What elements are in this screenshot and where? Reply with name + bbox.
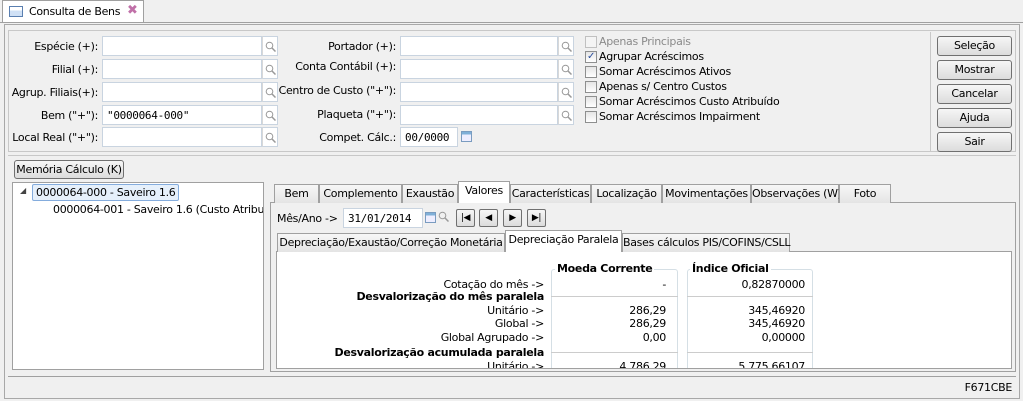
centro-custo-input[interactable] (400, 82, 558, 102)
section-acumulada: Desvalorização acumulada paralela (334, 346, 545, 359)
tab-observacoes[interactable]: Observações (W) (751, 184, 842, 203)
tab-foto[interactable]: Foto (839, 184, 891, 203)
tab-caracteristicas[interactable]: Características (510, 184, 591, 203)
subtab-bases-calculo[interactable]: Bases cálculos PIS/COFINS/CSLL (622, 233, 791, 252)
agrup-filiais-label: Agrup. Filiais(+): (11, 86, 99, 99)
somar-acrescimos-ativos-label: Somar Acréscimos Ativos (599, 65, 731, 78)
apenas-centro-custos-checkbox[interactable] (585, 81, 597, 93)
expand-icon[interactable]: ◢ (20, 186, 26, 195)
tree-item[interactable]: 0000064-001 - Saveiro 1.6 (Custo Atribuí… (53, 203, 263, 216)
agrupar-acrescimos-checkbox[interactable]: ✓ (585, 51, 597, 63)
search-icon[interactable] (438, 211, 450, 225)
row-moeda: 0,00 (642, 331, 667, 344)
indice-oficial-header: Índice Oficial (690, 262, 771, 275)
row-moeda: 286,29 (629, 304, 666, 317)
calendar-icon[interactable] (461, 131, 472, 142)
row-indice: 5.775,66107 (738, 360, 805, 368)
previous-button[interactable]: ◀ (479, 209, 498, 227)
section-mes: Desvalorização do mês paralela (356, 290, 544, 303)
apenas-principais-checkbox[interactable] (585, 36, 597, 48)
cotacao-moeda: - (662, 278, 666, 291)
tab-localizacao[interactable]: Localização (591, 184, 662, 203)
subtab-depreciacao[interactable]: Depreciação/Exaustão/Correção Monetária (277, 233, 505, 252)
ajuda-button[interactable]: Ajuda (937, 108, 1012, 128)
plaqueta-input[interactable] (400, 105, 558, 125)
local-real-input[interactable] (102, 127, 262, 147)
conta-contabil-label: Conta Contábil (+): (295, 60, 396, 73)
compet-calc-input[interactable]: 00/0000 (400, 127, 458, 147)
filial-input[interactable] (102, 59, 262, 79)
form-icon (9, 6, 23, 17)
sair-button[interactable]: Sair (937, 132, 1012, 152)
next-button[interactable]: ▶ (503, 209, 522, 227)
status-bar: F671CBE (8, 376, 1016, 396)
last-button[interactable]: ▶| (527, 209, 546, 227)
calendar-icon[interactable] (425, 212, 436, 223)
memoria-calculo-button[interactable]: Memória Cálculo (K) (14, 160, 124, 179)
moeda-corrente-header: Moeda Corrente (555, 262, 655, 275)
somar-impairment-checkbox[interactable] (585, 111, 597, 123)
window-tab[interactable]: Consulta de Bens ✖ (2, 0, 144, 22)
compet-calc-label: Compet. Cálc.: (319, 131, 396, 144)
row-indice: 0,00000 (761, 331, 806, 344)
selecao-button[interactable]: Seleção (937, 36, 1012, 56)
row-indice: 345,46920 (748, 317, 805, 330)
somar-impairment-label: Somar Acréscimos Impairment (599, 110, 760, 123)
row-label: Global -> (494, 317, 544, 330)
local-real-label: Local Real ("+"): (12, 131, 98, 144)
agrup-filiais-input[interactable] (102, 82, 262, 102)
portador-input[interactable] (400, 36, 558, 56)
somar-acrescimos-ativos-checkbox[interactable] (585, 66, 597, 78)
row-label: Unitário -> (487, 304, 544, 317)
somar-custo-atribuido-checkbox[interactable] (585, 96, 597, 108)
row-moeda: 4.786,29 (619, 360, 666, 368)
row-moeda: 286,29 (629, 317, 666, 330)
search-icon[interactable] (262, 127, 278, 147)
period-input[interactable]: 31/01/2014 (343, 208, 423, 228)
tab-exaustao[interactable]: Exaustão (402, 184, 458, 203)
search-icon[interactable] (262, 105, 278, 125)
portador-label: Portador (+): (328, 40, 396, 53)
search-icon[interactable] (262, 82, 278, 102)
tab-valores[interactable]: Valores (458, 181, 510, 203)
search-icon[interactable] (558, 36, 574, 56)
row-indice: 345,46920 (748, 304, 805, 317)
tree-item[interactable]: 0000064-000 - Saveiro 1.6 (32, 184, 180, 201)
somar-custo-atribuido-label: Somar Acréscimos Custo Atribuído (599, 95, 780, 108)
search-icon[interactable] (262, 36, 278, 56)
search-icon[interactable] (558, 59, 574, 79)
mostrar-button[interactable]: Mostrar (937, 60, 1012, 80)
status-code: F671CBE (964, 381, 1013, 394)
period-label: Mês/Ano -> (277, 212, 338, 225)
first-button[interactable]: |◀ (456, 209, 475, 227)
window-title: Consulta de Bens (29, 5, 121, 18)
filial-label: Filial (+): (51, 63, 99, 76)
conta-contabil-input[interactable] (400, 59, 558, 79)
row-label: Unitário -> (487, 360, 544, 368)
search-icon[interactable] (558, 105, 574, 125)
tab-bem[interactable]: Bem (274, 184, 319, 203)
apenas-centro-custos-label: Apenas s/ Centro Custos (599, 80, 727, 93)
apenas-principais-label: Apenas Principais (599, 35, 691, 48)
cancelar-button[interactable]: Cancelar (937, 84, 1012, 104)
centro-custo-label: Centro de Custo ("+"): (278, 84, 397, 97)
especie-label: Espécie (+): (34, 40, 98, 53)
plaqueta-label: Plaqueta ("+"): (317, 108, 396, 121)
search-icon[interactable] (262, 59, 278, 79)
search-icon[interactable] (558, 82, 574, 102)
tab-complemento[interactable]: Complemento (319, 184, 402, 203)
agrupar-acrescimos-label: Agrupar Acréscimos (599, 50, 704, 63)
asset-tree: ◢ 0000064-000 - Saveiro 1.6 0000064-001 … (12, 182, 264, 370)
bem-label: Bem ("+"): (40, 109, 98, 122)
cotacao-indice: 0,82870000 (741, 278, 806, 291)
subtab-depreciacao-paralela[interactable]: Depreciação Paralela (505, 230, 622, 252)
bem-input[interactable]: "0000064-000" (102, 105, 262, 125)
tab-movimentacoes[interactable]: Movimentações (662, 184, 751, 203)
close-icon[interactable]: ✖ (127, 3, 138, 18)
row-label: Global Agrupado -> (440, 331, 545, 344)
especie-input[interactable] (102, 36, 262, 56)
